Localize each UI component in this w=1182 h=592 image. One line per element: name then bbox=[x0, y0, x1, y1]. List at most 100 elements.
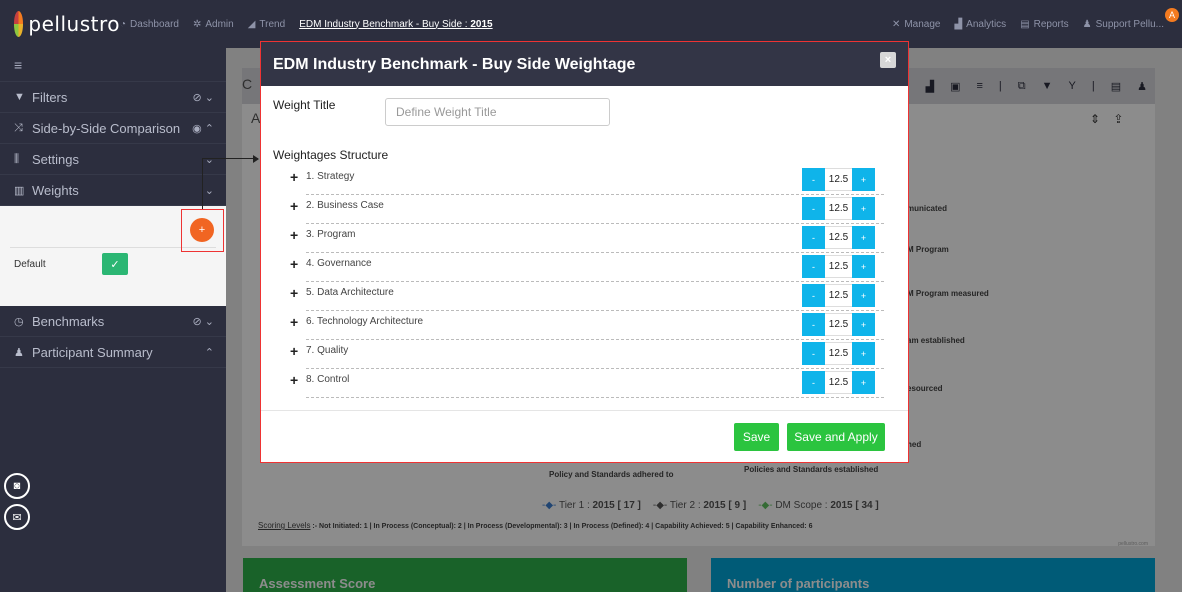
increment-button[interactable]: + bbox=[852, 168, 875, 191]
weights-chevron-icon[interactable]: ⌄ bbox=[205, 184, 214, 197]
default-weight-check-button[interactable]: ✓ bbox=[102, 253, 128, 275]
nav-analytics[interactable]: ▟ Analytics bbox=[954, 19, 1006, 30]
weight-stepper: - 12.5 + bbox=[802, 197, 875, 220]
save-button[interactable]: Save bbox=[734, 423, 779, 451]
sidebar-item-weights[interactable]: ▥ Weights ⌄ bbox=[0, 175, 226, 206]
logo-icon bbox=[14, 11, 24, 37]
decrement-button[interactable]: - bbox=[802, 255, 825, 278]
sidebar-item-participant-summary[interactable]: ♟ Participant Summary ⌃ bbox=[0, 337, 226, 368]
weight-row-quality: + 7. Quality - 12.5 + bbox=[290, 340, 884, 369]
decrement-button[interactable]: - bbox=[802, 342, 825, 365]
weight-stepper: - 12.5 + bbox=[802, 313, 875, 336]
weight-value[interactable]: 12.5 bbox=[825, 284, 852, 307]
annotation-arrow-icon bbox=[253, 155, 259, 163]
close-button[interactable]: × bbox=[880, 52, 896, 68]
comparison-toggle-icons[interactable]: ◉ ⌃ bbox=[192, 122, 214, 135]
weight-stepper: - 12.5 + bbox=[802, 226, 875, 249]
shuffle-icon: ⤨ bbox=[14, 121, 23, 134]
funnel-icon: ▼ bbox=[14, 91, 25, 103]
scale-icon: ▥ bbox=[14, 184, 25, 197]
weight-row-governance: + 4. Governance - 12.5 + bbox=[290, 253, 884, 282]
nav-manage[interactable]: ✕ Manage bbox=[892, 19, 941, 30]
decrement-button[interactable]: - bbox=[802, 313, 825, 336]
avatar[interactable]: A bbox=[1165, 8, 1179, 22]
weight-stepper: - 12.5 + bbox=[802, 342, 875, 365]
participant-chevron-icon[interactable]: ⌃ bbox=[205, 346, 214, 359]
sidebar: ≡ ▼ Filters ⊘ ⌄ ⤨ Side-by-Side Compariso… bbox=[0, 48, 226, 592]
increment-button[interactable]: + bbox=[852, 342, 875, 365]
decrement-button[interactable]: - bbox=[802, 226, 825, 249]
increment-button[interactable]: + bbox=[852, 371, 875, 394]
increment-button[interactable]: + bbox=[852, 197, 875, 220]
save-and-apply-button[interactable]: Save and Apply bbox=[787, 423, 885, 451]
annotation-highlight bbox=[181, 209, 224, 252]
expand-icon[interactable]: + bbox=[290, 227, 298, 243]
filters-toggle-icons[interactable]: ⊘ ⌄ bbox=[193, 91, 215, 104]
expand-icon[interactable]: + bbox=[290, 314, 298, 330]
bar-chart-icon: ▟ bbox=[954, 18, 963, 30]
hamburger-menu-icon[interactable]: ≡ bbox=[0, 48, 226, 82]
weight-row-business-case: + 2. Business Case - 12.5 + bbox=[290, 195, 884, 224]
expand-icon[interactable]: + bbox=[290, 256, 298, 272]
expand-icon[interactable]: + bbox=[290, 285, 298, 301]
mail-icon[interactable]: ✉ bbox=[4, 504, 30, 530]
nav-reports[interactable]: ▤ Reports bbox=[1020, 19, 1068, 30]
report-icon: ▤ bbox=[1020, 18, 1030, 30]
modal-title: EDM Industry Benchmark - Buy Side Weight… bbox=[273, 56, 636, 73]
sidebar-item-comparison[interactable]: ⤨ Side-by-Side Comparison ◉ ⌃ bbox=[0, 113, 226, 144]
weight-value[interactable]: 12.5 bbox=[825, 371, 852, 394]
breadcrumb[interactable]: EDM Industry Benchmark - Buy Side : 2015 bbox=[299, 19, 492, 30]
weight-row-data-architecture: + 5. Data Architecture - 12.5 + bbox=[290, 282, 884, 311]
decrement-button[interactable]: - bbox=[802, 371, 825, 394]
expand-icon[interactable]: + bbox=[290, 169, 298, 185]
weight-stepper: - 12.5 + bbox=[802, 371, 875, 394]
weight-title-label: Weight Title bbox=[273, 98, 336, 112]
users-icon: ♟ bbox=[14, 346, 24, 359]
sidebar-item-filters[interactable]: ▼ Filters ⊘ ⌄ bbox=[0, 82, 226, 113]
expand-icon[interactable]: + bbox=[290, 343, 298, 359]
navbar-right: ✕ Manage ▟ Analytics ▤ Reports ♟ Support Pel… bbox=[892, 0, 1170, 48]
nav-user[interactable]: ♟ Support Pellu... bbox=[1083, 19, 1164, 30]
trend-icon: ◢ bbox=[247, 18, 256, 30]
default-weight-label: Default bbox=[14, 259, 46, 270]
weight-stepper: - 12.5 + bbox=[802, 255, 875, 278]
decrement-button[interactable]: - bbox=[802, 284, 825, 307]
weight-value[interactable]: 12.5 bbox=[825, 342, 852, 365]
sliders-icon: ⫼ bbox=[14, 152, 20, 165]
logo-text: pellustro bbox=[28, 12, 120, 36]
weight-value[interactable]: 12.5 bbox=[825, 197, 852, 220]
weight-value[interactable]: 12.5 bbox=[825, 168, 852, 191]
weight-value[interactable]: 12.5 bbox=[825, 313, 852, 336]
weight-value[interactable]: 12.5 bbox=[825, 255, 852, 278]
annotation-connector bbox=[202, 158, 203, 209]
dashboard-icon: ◔ bbox=[120, 18, 127, 30]
weight-row-control: + 8. Control - 12.5 + bbox=[290, 369, 884, 398]
camera-icon[interactable]: ◙ bbox=[4, 473, 30, 499]
weight-row-strategy: + 1. Strategy - 12.5 + bbox=[290, 166, 884, 195]
expand-icon[interactable]: + bbox=[290, 198, 298, 214]
increment-button[interactable]: + bbox=[852, 255, 875, 278]
decrement-button[interactable]: - bbox=[802, 168, 825, 191]
decrement-button[interactable]: - bbox=[802, 197, 825, 220]
increment-button[interactable]: + bbox=[852, 226, 875, 249]
expand-icon[interactable]: + bbox=[290, 372, 298, 388]
tools-icon: ✕ bbox=[891, 18, 901, 30]
weightages-structure-label: Weightages Structure bbox=[273, 148, 389, 162]
sidebar-item-benchmarks[interactable]: ◷ Benchmarks ⊘ ⌄ bbox=[0, 306, 226, 337]
nav-trend[interactable]: ◢ Trend bbox=[248, 19, 285, 30]
gauge-icon: ◷ bbox=[14, 315, 24, 328]
increment-button[interactable]: + bbox=[852, 284, 875, 307]
weight-title-input[interactable] bbox=[385, 98, 610, 126]
nav-dashboard[interactable]: ◔ Dashboard bbox=[120, 19, 179, 30]
weight-value[interactable]: 12.5 bbox=[825, 226, 852, 249]
settings-chevron-icon[interactable]: ⌄ bbox=[205, 153, 214, 166]
annotation-connector bbox=[202, 158, 258, 159]
sidebar-item-settings[interactable]: ⫼ Settings ⌄ bbox=[0, 144, 226, 175]
user-icon: ♟ bbox=[1082, 18, 1092, 30]
benchmarks-toggle-icons[interactable]: ⊘ ⌄ bbox=[193, 315, 215, 328]
logo[interactable]: pellustro bbox=[14, 11, 120, 37]
increment-button[interactable]: + bbox=[852, 313, 875, 336]
nav-admin[interactable]: ✲ Admin bbox=[193, 19, 234, 30]
modal-header: EDM Industry Benchmark - Buy Side Weight… bbox=[261, 42, 908, 86]
gear-icon: ✲ bbox=[192, 18, 202, 30]
